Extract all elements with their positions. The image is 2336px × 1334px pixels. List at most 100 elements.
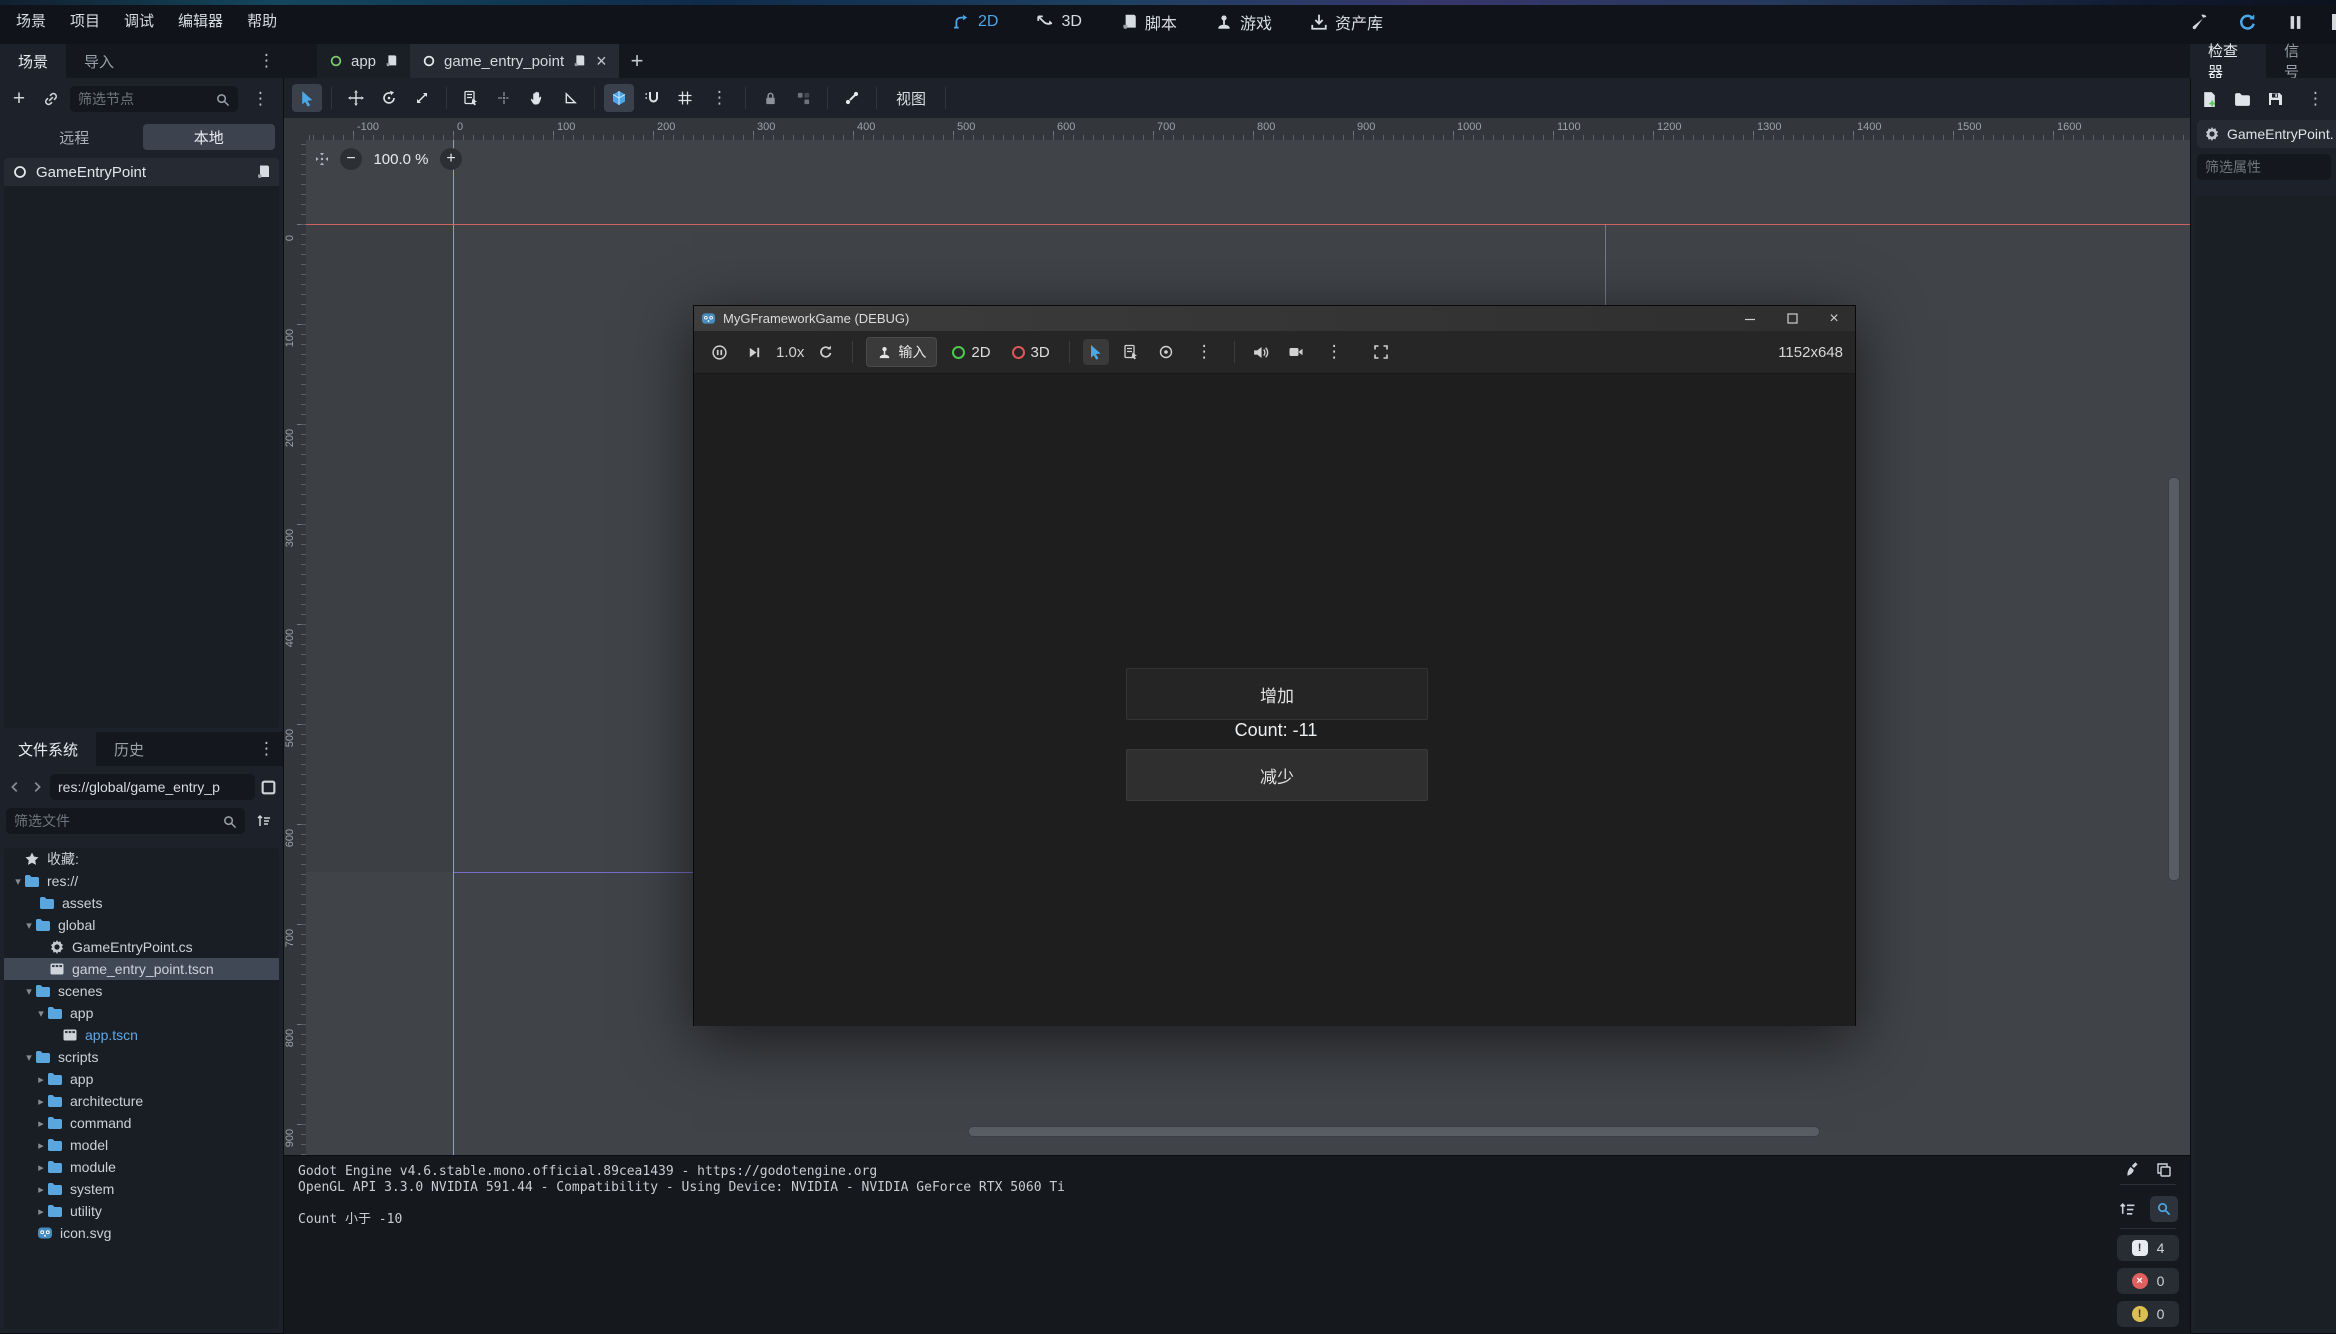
- pause-game-icon[interactable]: [706, 339, 732, 365]
- ruler-tool-icon[interactable]: [555, 84, 585, 112]
- script-icon[interactable]: [384, 54, 398, 68]
- pan-hand-icon[interactable]: [522, 84, 552, 112]
- increase-button[interactable]: 增加: [1126, 668, 1428, 720]
- group-icon[interactable]: [788, 84, 818, 112]
- zoom-level[interactable]: 100.0 %: [372, 151, 430, 168]
- tab-clipped[interactable]: [2329, 44, 2336, 78]
- edited-object-button[interactable]: GameEntryPoint.: [2197, 120, 2336, 148]
- tab-signals[interactable]: 信号: [2266, 44, 2329, 78]
- chevron-right-icon[interactable]: ▸: [35, 1117, 47, 1130]
- move-tool-icon[interactable]: [341, 84, 371, 112]
- output-log[interactable]: Godot Engine v4.6.stable.mono.official.8…: [298, 1164, 2100, 1228]
- workspace-game-button[interactable]: 游戏: [1203, 7, 1284, 37]
- new-resource-icon[interactable]: [2201, 91, 2218, 108]
- filesystem-tree-item[interactable]: ▾global: [4, 914, 279, 936]
- chevron-down-icon[interactable]: ▾: [35, 1007, 47, 1020]
- scene-tab-app[interactable]: app: [317, 44, 410, 78]
- list-select-tool-icon[interactable]: [456, 84, 486, 112]
- filter-nodes-input[interactable]: 筛选节点: [70, 86, 238, 112]
- debug-2d-toggle[interactable]: 2D: [946, 338, 996, 366]
- close-icon[interactable]: ×: [1813, 306, 1855, 331]
- chevron-down-icon[interactable]: ▾: [23, 919, 35, 932]
- next-frame-icon[interactable]: [741, 339, 767, 365]
- filter-properties-input[interactable]: 筛选属性: [2197, 154, 2331, 180]
- filesystem-tree-item[interactable]: ▸architecture: [4, 1090, 279, 1112]
- filesystem-tree-item[interactable]: ▾scripts: [4, 1046, 279, 1068]
- game-window-titlebar[interactable]: MyGFrameworkGame (DEBUG) ×: [694, 306, 1855, 331]
- inspector-menu-icon[interactable]: ⋮: [2299, 89, 2332, 109]
- filesystem-tree-item[interactable]: game_entry_point.tscn: [4, 958, 279, 980]
- rotate-tool-icon[interactable]: [374, 84, 404, 112]
- snap-pivot-icon[interactable]: [489, 84, 519, 112]
- build-hammer-icon[interactable]: [2188, 11, 2210, 33]
- workspace-3d-button[interactable]: 3D: [1024, 7, 1093, 37]
- split-view-icon[interactable]: [259, 778, 277, 796]
- current-path[interactable]: res://global/game_entry_p: [50, 774, 255, 800]
- vertical-scrollbar[interactable]: [2168, 477, 2180, 881]
- filter-files-input[interactable]: 筛选文件: [6, 808, 245, 834]
- horizontal-scrollbar[interactable]: [968, 1126, 1820, 1137]
- tab-import-dock[interactable]: 导入: [66, 44, 132, 78]
- maximize-icon[interactable]: [1771, 306, 1813, 331]
- instance-scene-link-icon[interactable]: [38, 86, 64, 112]
- lock-icon[interactable]: [755, 84, 785, 112]
- debug-3d-toggle[interactable]: 3D: [1006, 338, 1056, 366]
- zoom-out-button[interactable]: −: [340, 148, 362, 170]
- chevron-right-icon[interactable]: ▸: [35, 1183, 47, 1196]
- copy-output-icon[interactable]: [2156, 1162, 2172, 1178]
- grid-snap-icon[interactable]: [670, 84, 700, 112]
- game-window[interactable]: MyGFrameworkGame (DEBUG) × 1.0x 输入 2D 3D: [693, 305, 1856, 1026]
- select-tool-icon[interactable]: [292, 84, 322, 112]
- filesystem-tree-item[interactable]: ▸command: [4, 1112, 279, 1134]
- clear-output-icon[interactable]: [2125, 1161, 2142, 1178]
- tab-inspector[interactable]: 检查器: [2190, 44, 2266, 78]
- chevron-down-icon[interactable]: ▾: [23, 1051, 35, 1064]
- speed-label[interactable]: 1.0x: [776, 344, 804, 361]
- filesystem-tree-item[interactable]: ▸app: [4, 1068, 279, 1090]
- chevron-right-icon[interactable]: ▸: [35, 1095, 47, 1108]
- scene-tree-menu-icon[interactable]: ⋮: [244, 89, 277, 109]
- filesystem-tree-item[interactable]: GameEntryPoint.cs: [4, 936, 279, 958]
- tab-filesystem[interactable]: 文件系统: [0, 732, 96, 766]
- back-icon[interactable]: [6, 778, 24, 796]
- filesystem-tree-item[interactable]: app.tscn: [4, 1024, 279, 1046]
- scene-tab-game-entry-point[interactable]: game_entry_point ×: [410, 44, 619, 78]
- view-menu-button[interactable]: 视图: [886, 88, 936, 109]
- chevron-right-icon[interactable]: ▸: [35, 1073, 47, 1086]
- warnings-badge[interactable]: ! 0: [2117, 1301, 2179, 1327]
- reset-speed-icon[interactable]: [813, 339, 839, 365]
- messages-badge[interactable]: ! 4: [2117, 1235, 2179, 1261]
- search-output-button[interactable]: [2150, 1196, 2178, 1222]
- camera-override-icon[interactable]: [1283, 339, 1309, 365]
- filesystem-tree-item[interactable]: ▸system: [4, 1178, 279, 1200]
- filesystem-tree-item[interactable]: assets: [4, 892, 279, 914]
- pause-icon[interactable]: [2284, 11, 2306, 33]
- add-node-button[interactable]: +: [6, 86, 32, 112]
- workspace-script-button[interactable]: 脚本: [1108, 7, 1189, 37]
- runtime-list-select-icon[interactable]: [1118, 339, 1144, 365]
- center-view-icon[interactable]: [314, 151, 330, 167]
- chevron-down-icon[interactable]: ▾: [12, 875, 24, 888]
- scene-tree-root-node[interactable]: GameEntryPoint: [4, 158, 279, 186]
- scale-tool-icon[interactable]: [407, 84, 437, 112]
- restart-icon[interactable]: [2236, 11, 2258, 33]
- filesystem-tree-item[interactable]: ▸utility: [4, 1200, 279, 1222]
- scene-dock-menu-icon[interactable]: ⋮: [250, 44, 283, 78]
- filesystem-tree-item[interactable]: icon.svg: [4, 1222, 279, 1244]
- new-scene-tab-button[interactable]: +: [619, 44, 656, 78]
- script-icon[interactable]: [572, 54, 586, 68]
- tab-scene-dock[interactable]: 场景: [0, 44, 66, 78]
- workspace-2d-button[interactable]: 2D: [941, 7, 1010, 37]
- workspace-assetlib-button[interactable]: 资产库: [1298, 7, 1395, 37]
- filesystem-tree-item[interactable]: ▸module: [4, 1156, 279, 1178]
- skeleton-bone-icon[interactable]: [837, 84, 867, 112]
- filesystem-tree-item[interactable]: ▾scenes: [4, 980, 279, 1002]
- filesystem-tree-item[interactable]: 收藏:: [4, 848, 279, 870]
- filesystem-tree-item[interactable]: ▾res://: [4, 870, 279, 892]
- input-toggle-button[interactable]: 输入: [866, 337, 937, 367]
- chevron-right-icon[interactable]: ▸: [35, 1205, 47, 1218]
- runtime-select-tool-icon[interactable]: [1083, 339, 1109, 365]
- smart-snap-cube-icon[interactable]: [604, 84, 634, 112]
- decrease-button[interactable]: 减少: [1126, 749, 1428, 801]
- filesystem-menu-icon[interactable]: ⋮: [250, 732, 283, 766]
